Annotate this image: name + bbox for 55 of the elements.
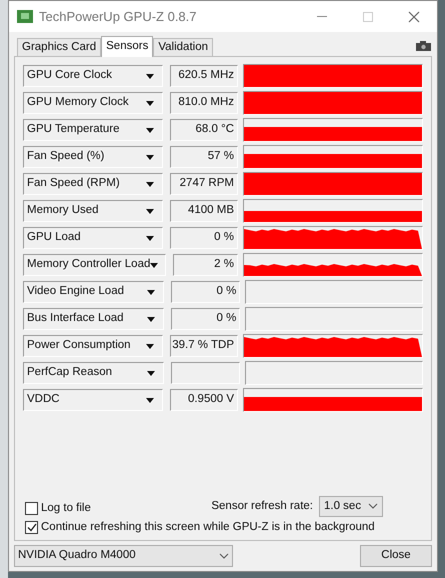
caret-icon: [147, 370, 156, 376]
sensor-value: 0 %: [171, 281, 240, 303]
sensor-dropdown[interactable]: VDDC: [23, 389, 163, 411]
chevron-icon: [219, 553, 229, 559]
window-title: TechPowerUp GPU-Z 0.8.7: [39, 8, 197, 26]
caret-icon: [146, 128, 154, 132]
sensor-value: 0 %: [171, 308, 240, 330]
checkbox-label: Continue refreshing this screen while GPU-Z is in the background: [41, 520, 375, 535]
gpu-select[interactable]: NVIDIA Quadro M4000: [14, 545, 233, 567]
sensor-value: 810.0 MHz: [170, 92, 238, 114]
sensor-dropdown[interactable]: Bus Interface Load: [23, 308, 164, 330]
caret-icon: [146, 154, 154, 160]
tab[interactable]: Sensors: [101, 36, 154, 57]
sensor-value: 57 %: [170, 146, 238, 168]
tab[interactable]: Graphics Card: [17, 38, 102, 56]
sensor-value: 68.0 °C: [170, 119, 238, 141]
sensor-dropdown[interactable]: GPU Load: [23, 227, 163, 249]
sensor-value: 39.7 % TDP: [170, 335, 238, 357]
refresh-rate-select[interactable]: 1.0 sec: [319, 496, 383, 517]
sensor-value: 2747 RPM: [170, 173, 238, 195]
close-button[interactable]: Close: [360, 545, 432, 567]
sensor-dropdown[interactable]: Fan Speed (RPM): [23, 173, 163, 195]
caret-icon: [146, 74, 154, 78]
caret-icon: [146, 398, 154, 402]
app-icon: [17, 10, 33, 23]
sensor-dropdown[interactable]: Memory Used: [23, 200, 163, 222]
sensor-dropdown[interactable]: Fan Speed (%): [23, 146, 163, 168]
caret-icon: [146, 344, 154, 348]
sensor-value: 620.5 MHz: [170, 65, 238, 87]
caret-icon: [147, 316, 156, 322]
caret-icon: [146, 236, 154, 240]
chevron-icon: [368, 503, 378, 510]
checkbox-label: Log to file: [41, 500, 91, 516]
caret-icon: [150, 262, 158, 268]
sensor-dropdown[interactable]: GPU Temperature: [23, 119, 163, 141]
sensor-dropdown[interactable]: Memory Controller Load: [23, 254, 166, 276]
checkbox[interactable]: [25, 520, 38, 534]
sensor-value: 0.9500 V: [170, 389, 238, 411]
sensor-dropdown[interactable]: PerfCap Reason: [23, 362, 164, 384]
caret-icon: [146, 182, 154, 186]
caret-icon: [146, 100, 154, 106]
sensor-dropdown[interactable]: GPU Core Clock: [23, 65, 163, 87]
sensor-dropdown[interactable]: Power Consumption: [23, 335, 163, 357]
sensor-value: 4100 MB: [170, 200, 238, 222]
tab[interactable]: Validation: [153, 38, 213, 56]
camera-icon[interactable]: [416, 41, 431, 51]
sensor-dropdown[interactable]: Video Engine Load: [23, 281, 164, 303]
checkbox[interactable]: [25, 502, 38, 515]
sensor-value: 2 %: [173, 254, 238, 276]
sensor-dropdown[interactable]: GPU Memory Clock: [23, 92, 163, 114]
caret-icon: [147, 290, 156, 294]
sensor-value: [171, 362, 240, 384]
sensor-value: 0 %: [170, 227, 238, 249]
refresh-rate-label: Sensor refresh rate:: [211, 498, 313, 514]
caret-icon: [146, 208, 154, 214]
